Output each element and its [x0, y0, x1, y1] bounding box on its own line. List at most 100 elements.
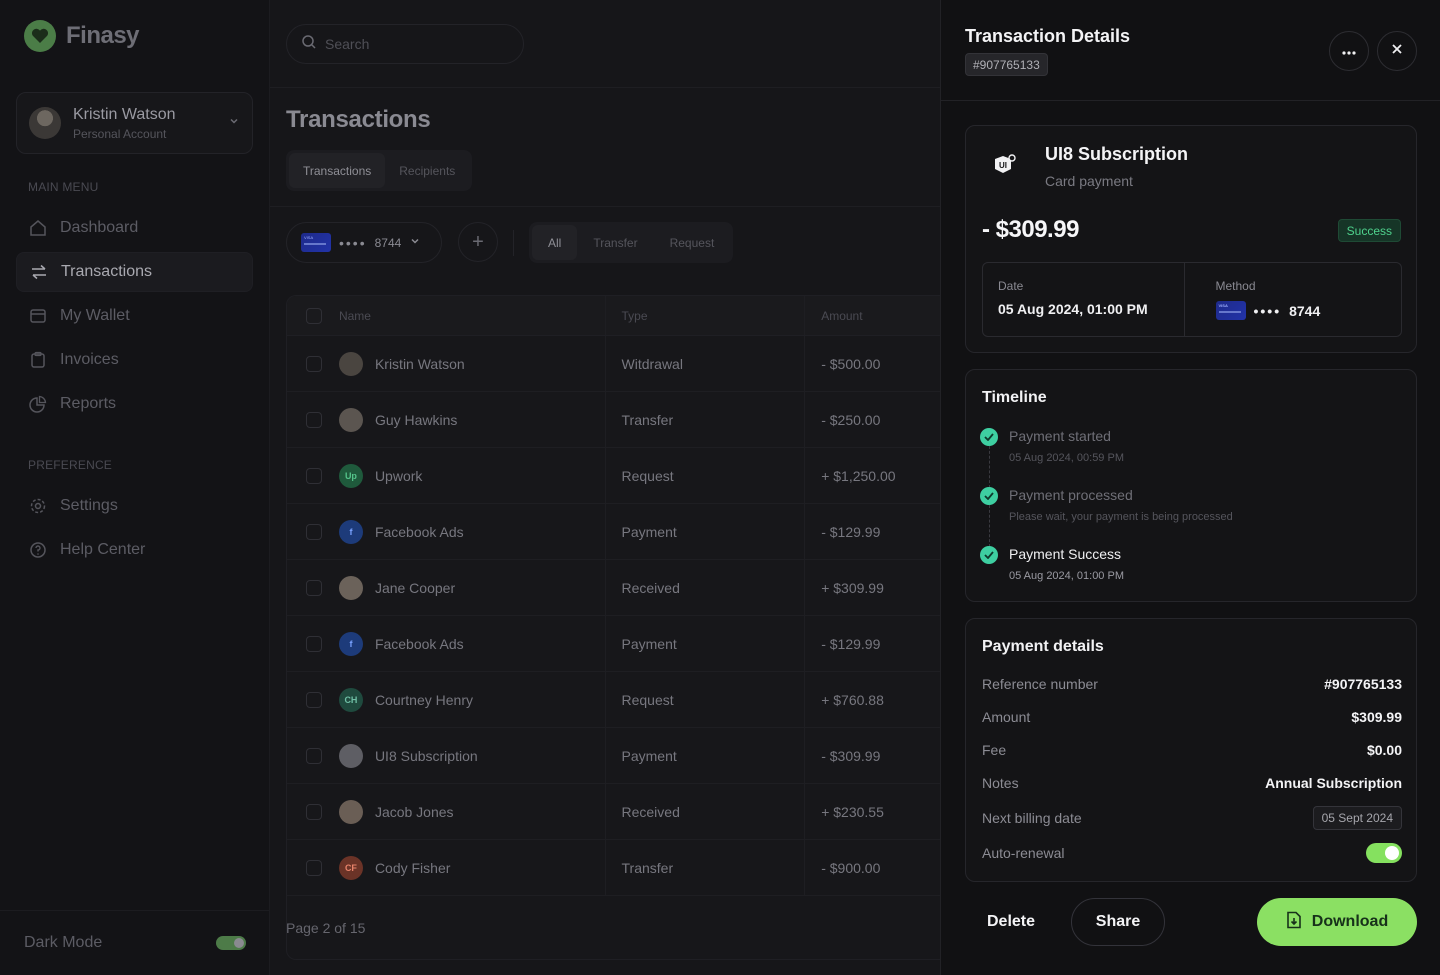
- close-button[interactable]: [1377, 31, 1417, 71]
- sidebar-item-help-center[interactable]: Help Center: [16, 530, 253, 570]
- masked-dots: ••••: [339, 234, 367, 251]
- row-avatar: [338, 351, 363, 376]
- pagination: Page 2 of 15: [286, 920, 366, 936]
- row-checkbox[interactable]: [306, 579, 322, 596]
- panel-title: Transaction Details: [965, 26, 1131, 46]
- fee-value: $0.00: [1366, 742, 1402, 758]
- filter-request[interactable]: Request: [654, 225, 731, 260]
- row-type: Request: [604, 448, 805, 503]
- sidebar-item-reports[interactable]: Reports: [16, 384, 253, 424]
- reference-row: Reference number #907765133: [982, 676, 1402, 692]
- sidebar-item-settings[interactable]: Settings: [16, 486, 253, 526]
- timeline-step-title: Payment started: [1009, 428, 1111, 444]
- search-box[interactable]: [286, 24, 524, 64]
- auto-renewal-toggle[interactable]: [1366, 843, 1402, 863]
- row-checkbox[interactable]: [306, 691, 322, 708]
- table-row[interactable]: Up Upwork Request + $1,250.00: [287, 448, 940, 504]
- timeline-card: Timeline Payment started 05 Aug 2024, 00…: [965, 369, 1417, 602]
- account-switcher[interactable]: Kristin Watson Personal Account: [16, 92, 253, 154]
- sidebar-item-transactions[interactable]: Transactions: [16, 252, 253, 292]
- row-amount: - $309.99: [804, 728, 940, 783]
- row-checkbox[interactable]: [306, 467, 322, 484]
- download-button[interactable]: Download: [1257, 898, 1417, 946]
- table-row[interactable]: UI8 Subscription Payment - $309.99: [287, 728, 940, 784]
- sidebar-item-label: Transactions: [61, 263, 152, 280]
- tab-transactions[interactable]: Transactions: [289, 153, 386, 188]
- gear-icon: [28, 496, 48, 516]
- top-bar: [270, 0, 940, 88]
- clipboard-icon: [28, 350, 48, 370]
- filter-all[interactable]: All: [532, 225, 578, 260]
- check-icon: [980, 428, 998, 446]
- filter-transfer[interactable]: Transfer: [577, 225, 653, 260]
- add-card-button[interactable]: +: [458, 222, 498, 262]
- row-checkbox[interactable]: [306, 859, 322, 876]
- table-row[interactable]: f Facebook Ads Payment - $129.99: [287, 504, 940, 560]
- sidebar-item-invoices[interactable]: Invoices: [16, 340, 253, 380]
- avatar: [29, 107, 61, 139]
- sidebar: Finasy Kristin Watson Personal Account M…: [0, 0, 270, 975]
- table-row[interactable]: Kristin Watson Witdrawal - $500.00: [287, 336, 940, 392]
- summary-card: UI UI8 Subscription Card payment - $309.…: [965, 125, 1417, 353]
- sidebar-item-label: My Wallet: [60, 307, 130, 324]
- payment-details-title: Payment details: [982, 638, 1104, 655]
- row-name: Cody Fisher: [374, 859, 451, 876]
- share-button[interactable]: Share: [1071, 898, 1165, 946]
- row-amount: + $230.55: [804, 784, 940, 839]
- row-type: Received: [604, 784, 805, 839]
- sidebar-item-dashboard[interactable]: Dashboard: [16, 208, 253, 248]
- plus-icon: +: [472, 230, 484, 253]
- row-checkbox[interactable]: [306, 635, 322, 652]
- row-checkbox[interactable]: [306, 803, 322, 820]
- row-checkbox[interactable]: [306, 355, 322, 372]
- table-row[interactable]: Jacob Jones Received + $230.55: [287, 784, 940, 840]
- row-amount: - $500.00: [804, 336, 940, 391]
- row-name: Courtney Henry: [374, 691, 473, 708]
- delete-button[interactable]: Delete: [965, 898, 1057, 946]
- timeline-connector: [989, 505, 990, 547]
- row-label: Fee: [982, 742, 1007, 758]
- logo[interactable]: Finasy: [24, 20, 140, 52]
- header-amount[interactable]: Amount: [804, 296, 940, 335]
- more-icon: [1342, 42, 1356, 60]
- row-amount: - $900.00: [804, 840, 940, 895]
- row-label: Next billing date: [982, 810, 1082, 826]
- table-row[interactable]: CH Courtney Henry Request + $760.88: [287, 672, 940, 728]
- sidebar-item-my-wallet[interactable]: My Wallet: [16, 296, 253, 336]
- table-row[interactable]: f Facebook Ads Payment - $129.99: [287, 616, 940, 672]
- payment-method: •••• 8744: [1215, 301, 1402, 320]
- transactions-table: Name Type Amount Kristin Watson Witdrawal…: [286, 295, 940, 960]
- row-checkbox[interactable]: [306, 747, 322, 764]
- row-amount: + $760.88: [804, 672, 940, 727]
- row-checkbox[interactable]: [306, 411, 322, 428]
- table-row[interactable]: CF Cody Fisher Transfer - $900.00: [287, 840, 940, 896]
- arrows-icon: [29, 262, 49, 282]
- dark-mode-toggle[interactable]: [216, 936, 246, 950]
- select-all-checkbox[interactable]: [306, 307, 322, 324]
- table-row[interactable]: Guy Hawkins Transfer - $250.00: [287, 392, 940, 448]
- row-avatar: f: [338, 519, 363, 544]
- next-billing-row: Next billing date 05 Sept 2024: [982, 806, 1402, 830]
- tab-recipients[interactable]: Recipients: [385, 153, 469, 188]
- next-billing-date: 05 Sept 2024: [1312, 806, 1402, 830]
- row-avatar: f: [338, 631, 363, 656]
- auto-renewal-row: Auto-renewal: [982, 843, 1402, 863]
- account-type: Personal Account: [73, 126, 167, 141]
- more-button[interactable]: [1329, 31, 1369, 71]
- heart-icon: [24, 20, 56, 52]
- search-input[interactable]: [325, 36, 505, 52]
- row-name: Guy Hawkins: [374, 411, 458, 428]
- table-row[interactable]: Jane Cooper Received + $309.99: [287, 560, 940, 616]
- fee-row: Fee $0.00: [982, 742, 1402, 758]
- header-name[interactable]: Name: [339, 296, 605, 335]
- brand-name: Finasy: [66, 22, 140, 49]
- type-filter: All Transfer Request: [529, 222, 734, 263]
- row-amount: + $309.99: [804, 560, 940, 615]
- timeline-step-title: Payment processed: [1009, 487, 1133, 503]
- row-name: Kristin Watson: [374, 355, 465, 372]
- sidebar-item-label: Reports: [60, 395, 117, 412]
- card-selector[interactable]: •••• 8744: [286, 222, 442, 263]
- row-checkbox[interactable]: [306, 523, 322, 540]
- header-type[interactable]: Type: [604, 296, 805, 335]
- help-icon: [28, 540, 48, 560]
